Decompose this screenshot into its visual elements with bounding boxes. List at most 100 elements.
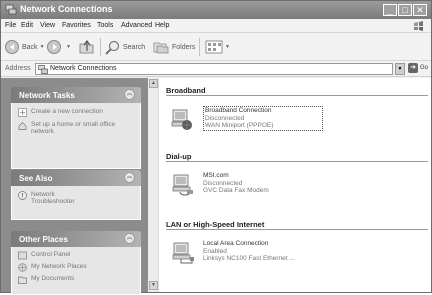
address-field[interactable]: Network Connections [35, 63, 393, 75]
place-label: My Network Places [31, 263, 87, 270]
group-header-broadband: Broadband [166, 86, 206, 95]
home-network-icon [18, 122, 27, 130]
connection-device: Linksys NC100 Fast Ethernet ... [203, 255, 295, 262]
forward-arrow-icon [47, 40, 61, 54]
menu-edit[interactable]: Edit [21, 22, 33, 29]
other-places-panel: Other Places ︽ Control Panel My Network … [11, 231, 141, 295]
connection-details: Local Area Connection Enabled Linksys NC… [203, 240, 323, 263]
place-my-network-places[interactable]: My Network Places [18, 263, 134, 272]
task-create-connection[interactable]: Create a new connection [18, 108, 134, 117]
group-header-dialup: Dial-up [166, 152, 192, 161]
task-label: Network Troubleshooter [31, 191, 75, 205]
network-tasks-panel: Network Tasks ︽ Create a new connection … [11, 87, 141, 169]
task-network-troubleshooter[interactable]: Network Troubleshooter [18, 191, 134, 205]
connection-name: Local Area Connection [203, 240, 269, 247]
task-home-network[interactable]: Set up a home or small office network [18, 121, 134, 135]
back-button[interactable]: Back ▼ [5, 37, 45, 57]
group-divider [166, 95, 428, 96]
up-folder-button[interactable] [79, 37, 95, 57]
control-panel-icon [18, 251, 27, 260]
collapse-icon[interactable]: ︽ [124, 233, 135, 244]
task-label: Set up a home or small office network [31, 121, 116, 135]
folders-button[interactable]: Folders [153, 37, 195, 57]
title-bar[interactable]: Network Connections _ □ ✕ [1, 1, 431, 19]
help-icon [18, 191, 27, 200]
menu-file[interactable]: File [5, 22, 16, 29]
search-icon [105, 40, 120, 55]
toolbar: Back ▼ ▼ Search Folders ▼ [1, 33, 431, 61]
search-label: Search [123, 43, 146, 51]
menu-bar: File Edit View Favorites Tools Advanced … [1, 19, 431, 33]
windows-logo-icon [414, 21, 423, 31]
connection-status: Disconnected [203, 179, 243, 187]
address-value: Network Connections [50, 65, 117, 72]
new-connection-icon [18, 108, 27, 117]
task-label: Create a new connection [31, 108, 103, 115]
network-tasks-header[interactable]: Network Tasks ︽ [11, 87, 141, 103]
see-also-header[interactable]: See Also ︽ [11, 170, 141, 186]
folders-icon [153, 42, 169, 54]
see-also-panel: See Also ︽ Network Troubleshooter [11, 170, 141, 220]
group-divider [166, 161, 428, 162]
connection-device: GVC Data Fax Modem [203, 187, 269, 194]
go-arrow-icon: ➜ [408, 63, 418, 73]
scroll-up-button[interactable]: ▲ [149, 79, 158, 88]
menu-advanced[interactable]: Advanced [121, 22, 152, 29]
broadband-connection-icon [171, 109, 192, 130]
search-button[interactable]: Search [105, 37, 145, 57]
address-dropdown-button[interactable]: ▼ [395, 63, 405, 75]
chevron-down-icon[interactable]: ▼ [225, 44, 230, 50]
window: Network Connections _ □ ✕ File Edit View… [0, 0, 432, 295]
go-label: Go [420, 65, 429, 71]
forward-button[interactable]: ▼ [47, 37, 71, 57]
network-tasks-title: Network Tasks [19, 91, 75, 100]
connection-name: MSI.com [203, 172, 229, 179]
dialup-connection-icon [172, 174, 193, 196]
scroll-down-button[interactable]: ▼ [149, 281, 158, 290]
documents-icon [18, 276, 27, 284]
group-header-lan: LAN or High-Speed Internet [166, 220, 265, 229]
vertical-scrollbar[interactable]: ▲ ▼ [148, 78, 159, 292]
toolbar-separator [100, 38, 101, 56]
menu-view[interactable]: View [40, 22, 55, 29]
menu-help[interactable]: Help [155, 22, 169, 29]
back-label: Back [22, 43, 38, 51]
connection-name: Broadband Connection [205, 107, 272, 114]
toolbar-separator [199, 38, 200, 56]
close-button[interactable]: ✕ [413, 4, 427, 16]
connection-details: MSI.com Disconnected GVC Data Fax Modem [203, 172, 323, 195]
maximize-button[interactable]: □ [398, 4, 412, 16]
views-button[interactable]: ▼ [205, 37, 230, 57]
network-connections-icon [38, 65, 48, 74]
chevron-down-icon[interactable]: ▼ [40, 44, 45, 50]
collapse-icon[interactable]: ︽ [124, 89, 135, 100]
see-also-title: See Also [19, 174, 53, 183]
chevron-down-icon[interactable]: ▼ [66, 44, 71, 50]
minimize-button[interactable]: _ [383, 4, 397, 16]
place-label: My Documents [31, 275, 75, 282]
collapse-icon[interactable]: ︽ [124, 172, 135, 183]
connections-view: ▲ ▼ Broadband Broadband Connection Disco… [148, 78, 431, 292]
network-connections-icon [5, 4, 17, 15]
other-places-header[interactable]: Other Places ︽ [11, 231, 141, 247]
place-my-documents[interactable]: My Documents [18, 275, 134, 284]
back-arrow-icon [5, 40, 19, 54]
window-title: Network Connections [20, 4, 113, 14]
menu-favorites[interactable]: Favorites [62, 22, 91, 29]
connection-status: Disconnected [205, 114, 245, 122]
connection-device: WAN Miniport (PPPOE) [205, 122, 274, 129]
go-button[interactable]: ➜ Go [408, 63, 428, 73]
task-pane: Network Tasks ︽ Create a new connection … [1, 78, 148, 295]
folders-label: Folders [172, 43, 196, 51]
network-places-icon [18, 263, 27, 272]
menu-tools[interactable]: Tools [97, 22, 113, 29]
up-folder-icon [79, 40, 94, 54]
place-label: Control Panel [31, 251, 71, 258]
other-places-title: Other Places [19, 235, 68, 244]
group-divider [166, 229, 428, 230]
connection-status: Enabled [203, 247, 227, 255]
place-control-panel[interactable]: Control Panel [18, 251, 134, 260]
connection-details: Broadband Connection Disconnected WAN Mi… [203, 106, 323, 131]
address-bar: Address Network Connections ▼ ➜ Go [1, 62, 431, 77]
views-icon [205, 40, 223, 54]
